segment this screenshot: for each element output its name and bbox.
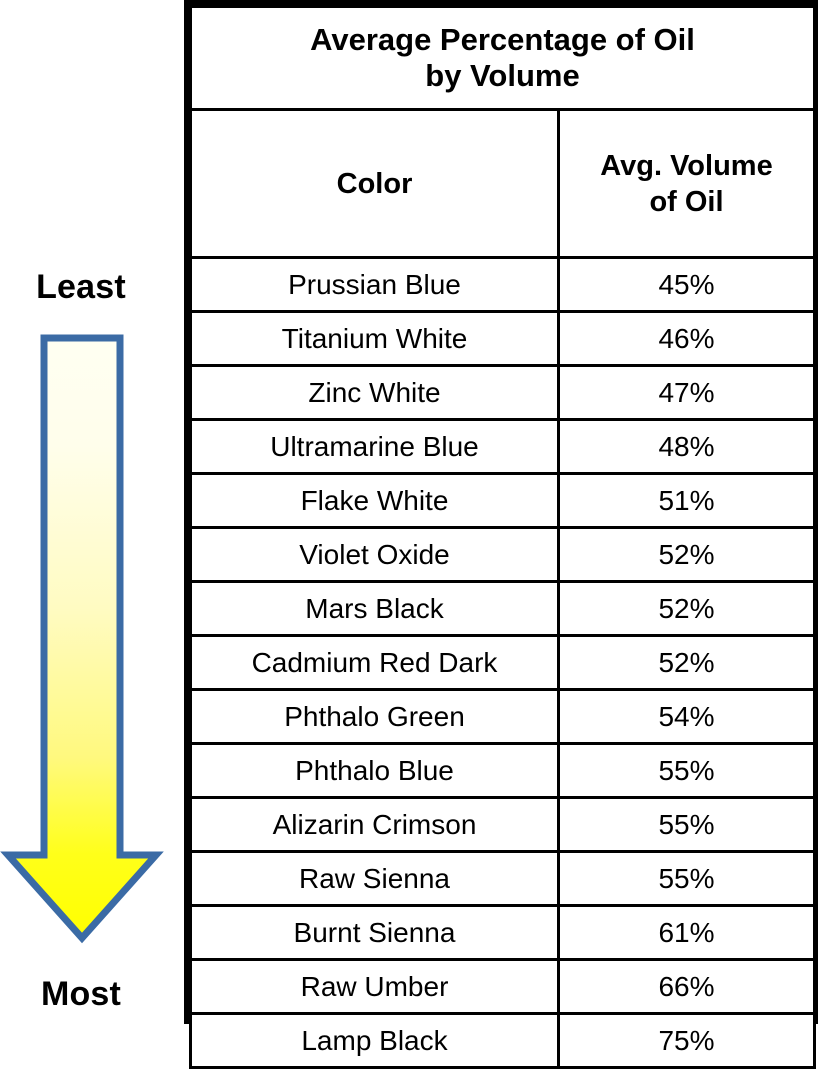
table-title-line2: by Volume	[425, 58, 580, 93]
cell-color-name: Zinc White	[189, 364, 560, 421]
table-row: Titanium White 46%	[189, 310, 816, 367]
table-row: Raw Sienna 55%	[189, 850, 816, 907]
column-header-volume-line2: of Oil	[649, 185, 724, 218]
cell-color-name: Burnt Sienna	[189, 904, 560, 961]
cell-color-name: Flake White	[189, 472, 560, 529]
table-row: Cadmium Red Dark 52%	[189, 634, 816, 691]
gauge-label-least: Least	[36, 268, 126, 306]
cell-color-name: Phthalo Blue	[189, 742, 560, 799]
table-title-row: Average Percentage of Oil by Volume	[189, 5, 816, 111]
table-row: Prussian Blue 45%	[189, 256, 816, 313]
table-row: Lamp Black 75%	[189, 1012, 816, 1069]
cell-oil-volume: 52%	[557, 526, 816, 583]
table-row: Mars Black 52%	[189, 580, 816, 637]
cell-color-name: Prussian Blue	[189, 256, 560, 313]
table-row: Alizarin Crimson 55%	[189, 796, 816, 853]
table-title-line1: Average Percentage of Oil	[310, 22, 695, 57]
cell-color-name: Cadmium Red Dark	[189, 634, 560, 691]
table-title-cell: Average Percentage of Oil by Volume	[189, 5, 816, 111]
cell-oil-volume: 47%	[557, 364, 816, 421]
cell-oil-volume: 52%	[557, 634, 816, 691]
cell-color-name: Ultramarine Blue	[189, 418, 560, 475]
cell-color-name: Raw Sienna	[189, 850, 560, 907]
column-header-volume: Avg. Volume of Oil	[557, 108, 816, 259]
cell-oil-volume: 55%	[557, 796, 816, 853]
cell-oil-volume: 51%	[557, 472, 816, 529]
table-row: Flake White 51%	[189, 472, 816, 529]
table-row: Phthalo Green 54%	[189, 688, 816, 745]
cell-color-name: Raw Umber	[189, 958, 560, 1015]
down-arrow-shape	[0, 334, 164, 944]
gauge-label-most: Most	[40, 975, 122, 1013]
cell-oil-volume: 46%	[557, 310, 816, 367]
cell-oil-volume: 61%	[557, 904, 816, 961]
cell-oil-volume: 48%	[557, 418, 816, 475]
cell-color-name: Violet Oxide	[189, 526, 560, 583]
table-row: Phthalo Blue 55%	[189, 742, 816, 799]
cell-oil-volume: 52%	[557, 580, 816, 637]
cell-color-name: Titanium White	[189, 310, 560, 367]
cell-oil-volume: 75%	[557, 1012, 816, 1069]
cell-color-name: Lamp Black	[189, 1012, 560, 1069]
oil-percentage-table: Average Percentage of Oil by Volume Colo…	[189, 5, 816, 1069]
table-row: Ultramarine Blue 48%	[189, 418, 816, 475]
table-row: Zinc White 47%	[189, 364, 816, 421]
table-row: Raw Umber 66%	[189, 958, 816, 1015]
cell-oil-volume: 54%	[557, 688, 816, 745]
cell-color-name: Alizarin Crimson	[189, 796, 560, 853]
cell-oil-volume: 55%	[557, 742, 816, 799]
magnitude-gauge: Least Most	[0, 0, 184, 1024]
table-header-row: Color Avg. Volume of Oil	[189, 108, 816, 259]
cell-oil-volume: 66%	[557, 958, 816, 1015]
table-row: Violet Oxide 52%	[189, 526, 816, 583]
column-header-color: Color	[189, 108, 560, 259]
down-arrow-icon	[0, 334, 164, 944]
oil-percentage-table-container: Average Percentage of Oil by Volume Colo…	[184, 0, 818, 1069]
table-row: Burnt Sienna 61%	[189, 904, 816, 961]
cell-oil-volume: 55%	[557, 850, 816, 907]
cell-color-name: Mars Black	[189, 580, 560, 637]
cell-oil-volume: 45%	[557, 256, 816, 313]
column-header-volume-line1: Avg. Volume	[600, 149, 773, 182]
cell-color-name: Phthalo Green	[189, 688, 560, 745]
